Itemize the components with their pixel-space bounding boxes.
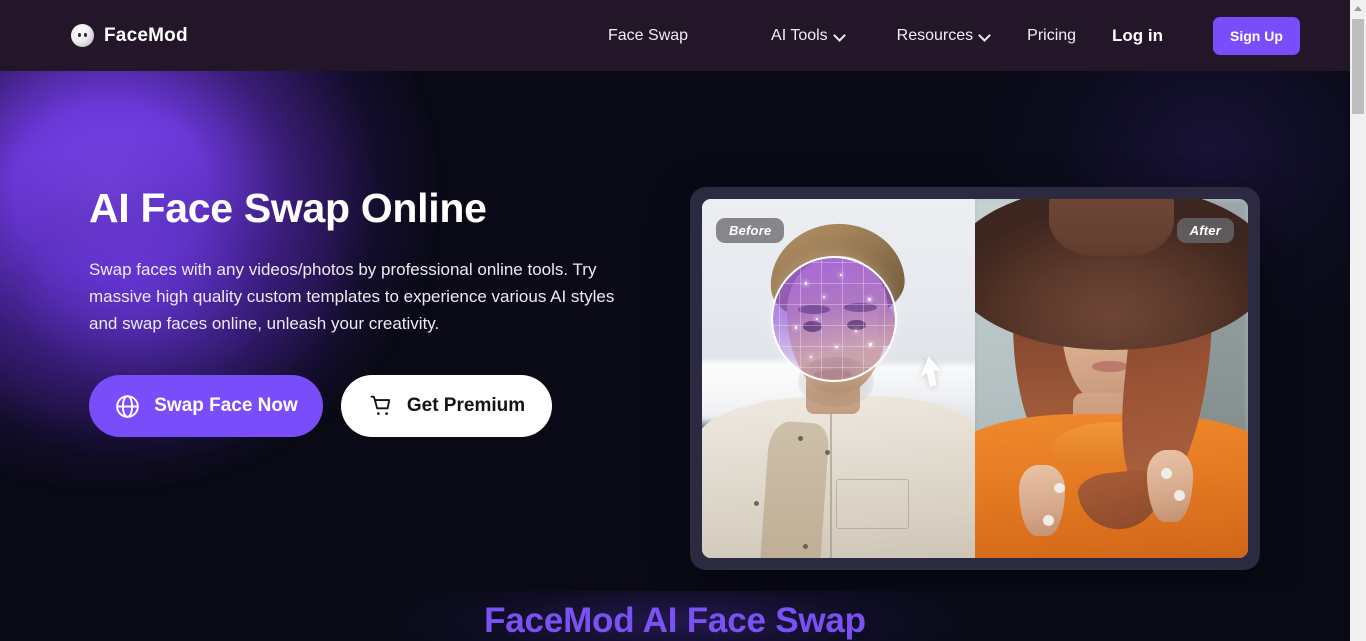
hero-copy: AI Face Swap Online Swap faces with any … xyxy=(89,185,669,438)
before-after-panel: Before After xyxy=(690,187,1260,570)
main-nav: Face Swap AI Tools Resources Pricing xyxy=(608,0,1076,71)
after-image-pane[interactable]: After xyxy=(975,199,1248,558)
before-badge: Before xyxy=(716,218,785,243)
face-circle-icon xyxy=(71,24,94,47)
chevron-down-icon xyxy=(835,30,846,41)
swap-face-now-button[interactable]: Swap Face Now xyxy=(89,375,323,438)
get-premium-label: Get Premium xyxy=(406,395,526,417)
hero-subtitle: Swap faces with any videos/photos by pro… xyxy=(89,260,615,334)
nav-item-label: Pricing xyxy=(1027,26,1077,44)
globe-icon xyxy=(116,394,139,418)
swap-face-now-label: Swap Face Now xyxy=(154,395,298,417)
after-badge: After xyxy=(1176,218,1234,243)
face-detection-circle xyxy=(771,256,897,382)
scroll-up-arrow-icon[interactable] xyxy=(1350,0,1366,17)
shopping-cart-icon xyxy=(370,395,391,416)
nav-item-face-swap[interactable]: Face Swap xyxy=(608,27,688,45)
nav-item-label: Resources xyxy=(896,26,974,44)
get-premium-button[interactable]: Get Premium xyxy=(341,375,552,438)
page-root: FaceMod Face Swap AI Tools Resources Pri… xyxy=(0,0,1366,641)
after-photo xyxy=(975,199,1248,558)
nav-item-label: AI Tools xyxy=(771,26,828,44)
page-title: AI Face Swap Online xyxy=(89,185,487,231)
before-image-pane[interactable]: Before xyxy=(702,199,975,558)
brand-logo[interactable]: FaceMod xyxy=(71,24,188,47)
chevron-down-icon xyxy=(980,30,991,41)
brand-name: FaceMod xyxy=(104,24,188,46)
nav-item-label: Face Swap xyxy=(608,26,689,44)
login-button[interactable]: Log in xyxy=(1112,26,1163,46)
header-auth-actions: Log in Sign Up xyxy=(1112,0,1300,71)
browser-viewport: FaceMod Face Swap AI Tools Resources Pri… xyxy=(0,0,1350,641)
next-section-title: FaceMod AI Face Swap xyxy=(484,601,866,640)
nav-item-pricing[interactable]: Pricing xyxy=(1027,27,1076,45)
before-after-images: Before After xyxy=(702,199,1248,558)
hero-section: AI Face Swap Online Swap faces with any … xyxy=(0,71,1350,591)
page-scrollbar[interactable] xyxy=(1350,0,1366,641)
signup-button[interactable]: Sign Up xyxy=(1212,16,1300,55)
hero-cta-row: Swap Face Now Get Premium xyxy=(89,375,669,438)
nav-item-ai-tools[interactable]: AI Tools xyxy=(771,27,846,45)
next-section-peek: FaceMod AI Face Swap xyxy=(0,591,1350,641)
cursor-arrow-icon xyxy=(920,356,941,387)
nav-item-resources[interactable]: Resources xyxy=(897,27,991,45)
site-header: FaceMod Face Swap AI Tools Resources Pri… xyxy=(0,0,1350,71)
scrollbar-thumb[interactable] xyxy=(1352,19,1364,114)
